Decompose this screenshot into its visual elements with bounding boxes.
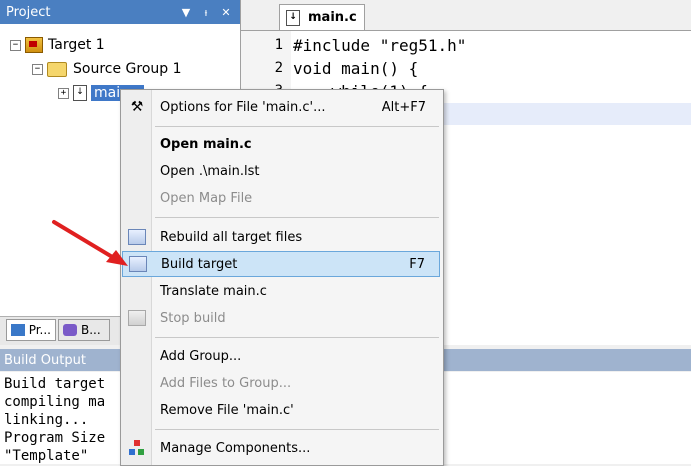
- menu-item-label: Open Map File: [160, 190, 253, 206]
- editor-tabbar: ↓ main.c: [241, 0, 691, 31]
- project-panel-header: Project ▼ ᵼ ✕: [0, 0, 240, 24]
- menu-item-open-main-c[interactable]: Open main.c: [122, 131, 440, 157]
- menu-separator: [155, 217, 439, 218]
- tab-books-label: B...: [81, 323, 101, 337]
- output-line: Program Size: [4, 430, 106, 446]
- menu-separator: [155, 337, 439, 338]
- expand-icon[interactable]: +: [58, 87, 69, 99]
- tab-project[interactable]: Pr...: [6, 319, 56, 341]
- menu-item-label: Open main.c: [160, 136, 252, 152]
- tree-item-group-label: Source Group 1: [73, 61, 182, 77]
- c-file-icon: ↓: [286, 9, 300, 26]
- line-number: 1: [274, 37, 283, 53]
- context-menu: ⚒ Options for File 'main.c'... Alt+F7 Op…: [120, 89, 444, 466]
- menu-item-shortcut: Alt+F7: [381, 99, 426, 115]
- output-line: linking...: [4, 412, 89, 428]
- menu-item-label: Translate main.c: [160, 283, 267, 299]
- menu-item-label: Remove File 'main.c': [160, 402, 294, 418]
- tab-main-c-label: main.c: [308, 10, 357, 25]
- menu-item-build-target[interactable]: Build target F7: [122, 251, 440, 277]
- c-file-icon: ↓: [73, 85, 87, 101]
- menu-item-open-lst[interactable]: Open .\main.lst: [122, 158, 440, 184]
- tree-item-target-label: Target 1: [48, 37, 105, 53]
- code-line: 2 void main() {: [241, 56, 419, 80]
- collapse-icon[interactable]: −: [10, 39, 21, 51]
- menu-item-label: Add Group...: [160, 348, 242, 364]
- menu-item-label: Manage Components...: [160, 440, 311, 456]
- menu-item-add-group[interactable]: Add Group...: [122, 343, 440, 369]
- panel-dropdown-button[interactable]: ▼: [178, 6, 194, 19]
- menu-item-options[interactable]: ⚒ Options for File 'main.c'... Alt+F7: [122, 94, 440, 120]
- tab-project-label: Pr...: [28, 323, 51, 337]
- code-text: #include "reg51.h": [293, 35, 467, 55]
- menu-item-translate[interactable]: Translate main.c: [122, 278, 440, 304]
- menu-item-shortcut: F7: [409, 256, 425, 272]
- folder-icon: [47, 61, 67, 77]
- menu-item-label: Stop build: [160, 310, 226, 326]
- tab-main-c[interactable]: ↓ main.c: [279, 4, 365, 30]
- annotation-arrow-icon: [52, 220, 128, 266]
- tree-item-group[interactable]: − Source Group 1: [32, 58, 182, 80]
- menu-item-label: Open .\main.lst: [160, 163, 260, 179]
- menu-item-stop-build[interactable]: Stop build: [122, 305, 440, 331]
- menu-item-remove-file[interactable]: Remove File 'main.c': [122, 397, 440, 423]
- menu-item-label: Add Files to Group...: [160, 375, 292, 391]
- components-icon: [127, 439, 147, 457]
- panel-close-button[interactable]: ✕: [218, 6, 234, 19]
- code-text: void main() {: [293, 58, 419, 78]
- menu-item-label: Build target: [161, 256, 238, 272]
- menu-item-open-map[interactable]: Open Map File: [122, 185, 440, 211]
- project-panel-title: Project: [6, 4, 51, 20]
- panel-pin-button[interactable]: ᵼ: [198, 6, 214, 19]
- menu-item-add-files[interactable]: Add Files to Group...: [122, 370, 440, 396]
- stop-build-icon: [127, 309, 147, 327]
- collapse-icon[interactable]: −: [32, 63, 43, 75]
- tab-books[interactable]: B...: [58, 319, 110, 341]
- menu-separator: [155, 126, 439, 127]
- target-icon: [25, 37, 43, 53]
- menu-item-rebuild[interactable]: Rebuild all target files: [122, 224, 440, 250]
- options-wand-icon: ⚒: [130, 99, 144, 115]
- build-output-title: Build Output: [4, 352, 86, 368]
- menu-item-label: Rebuild all target files: [160, 229, 303, 245]
- menu-item-label: Options for File 'main.c'...: [160, 99, 326, 115]
- tree-item-target[interactable]: − Target 1: [10, 34, 105, 56]
- output-line: compiling ma: [4, 394, 106, 410]
- output-line: "Template": [4, 448, 89, 464]
- books-tab-icon: [63, 324, 77, 336]
- code-line: 1 #include "reg51.h": [241, 33, 467, 57]
- project-tab-icon: [11, 324, 25, 336]
- output-line: Build target: [4, 376, 106, 392]
- menu-item-manage-components[interactable]: Manage Components...: [122, 435, 440, 461]
- line-number: 2: [274, 60, 283, 76]
- menu-separator: [155, 429, 439, 430]
